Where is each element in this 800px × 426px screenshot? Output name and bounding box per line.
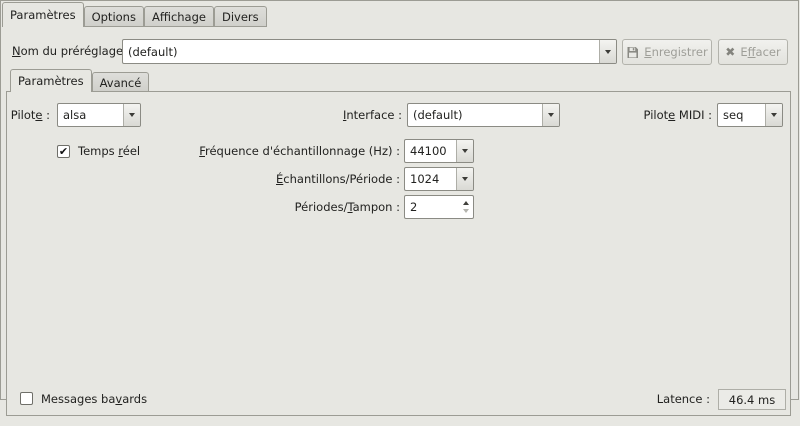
check-icon: ✔ [59,146,68,157]
verbose-checkbox[interactable] [20,392,33,405]
spin-down-icon[interactable] [463,209,469,213]
delete-preset-label: Effacer [740,45,780,59]
driver-combobox[interactable]: alsa [57,103,141,127]
midi-driver-value: seq [718,104,765,126]
delete-preset-button[interactable]: ✖ Effacer [718,39,788,65]
chevron-down-icon[interactable] [765,104,782,126]
chevron-down-icon[interactable] [542,104,559,126]
save-preset-button[interactable]: Enregistrer [622,39,712,65]
settings-tabbar: Paramètres Avancé [10,69,149,92]
tab-divers-label: Divers [222,10,259,24]
preset-name-value[interactable]: (default) [123,40,599,63]
interface-value: (default) [408,104,542,126]
chevron-down-icon[interactable] [456,140,473,162]
latency-display: 46.4 ms [718,389,786,410]
main-tabbar: Paramètres Options Affichage Divers [2,2,267,27]
floppy-disk-icon [626,46,639,59]
tab-affichage[interactable]: Affichage [144,6,214,27]
realtime-label[interactable]: Temps réel [78,139,140,163]
save-preset-label: Enregistrer [644,45,707,59]
interface-combobox[interactable]: (default) [407,103,560,127]
periods-per-buffer-value[interactable]: 2 [405,196,459,218]
latency-value: 46.4 ms [729,393,775,407]
chevron-down-icon[interactable] [599,40,616,63]
preset-name-label: Nom du préréglage : [12,38,131,64]
tab-settings-parametres-label: Paramètres [18,74,84,88]
tab-parametres[interactable]: Paramètres [2,2,84,27]
sample-rate-combobox[interactable]: 44100 [404,139,474,163]
midi-driver-combobox[interactable]: seq [717,103,783,127]
periods-per-buffer-label: Périodes/Tampon : [150,195,400,219]
sample-rate-label: Fréquence d'échantillonnage (Hz) : [150,139,400,163]
realtime-checkbox[interactable]: ✔ [57,145,70,158]
tab-settings-avance[interactable]: Avancé [92,72,150,92]
tab-affichage-label: Affichage [152,10,206,24]
tab-settings-avance-label: Avancé [100,76,142,90]
frames-per-period-value: 1024 [405,168,456,190]
periods-per-buffer-spinbox[interactable]: 2 [404,195,474,219]
chevron-down-icon[interactable] [456,168,473,190]
spinner-buttons [459,196,473,218]
tab-settings-parametres[interactable]: Paramètres [10,69,92,92]
spin-up-icon[interactable] [463,201,469,205]
frames-per-period-label: Échantillons/Période : [150,167,400,191]
cross-icon: ✖ [725,46,735,58]
latency-label: Latence : [610,387,710,411]
driver-value: alsa [58,104,123,126]
preset-name-combobox[interactable]: (default) [122,39,617,64]
chevron-down-icon[interactable] [123,104,140,126]
tab-parametres-label: Paramètres [10,8,76,22]
midi-driver-label: Pilote MIDI : [600,103,712,127]
frames-per-period-combobox[interactable]: 1024 [404,167,474,191]
interface-label: Interface : [250,103,402,127]
verbose-label[interactable]: Messages bavards [41,387,147,411]
tab-options-label: Options [92,10,136,24]
tab-divers[interactable]: Divers [214,6,267,27]
setup-dialog: Paramètres Options Affichage Divers Nom … [0,0,800,426]
driver-label: Pilote : [10,103,50,127]
sample-rate-value: 44100 [405,140,456,162]
tab-options[interactable]: Options [84,6,144,27]
